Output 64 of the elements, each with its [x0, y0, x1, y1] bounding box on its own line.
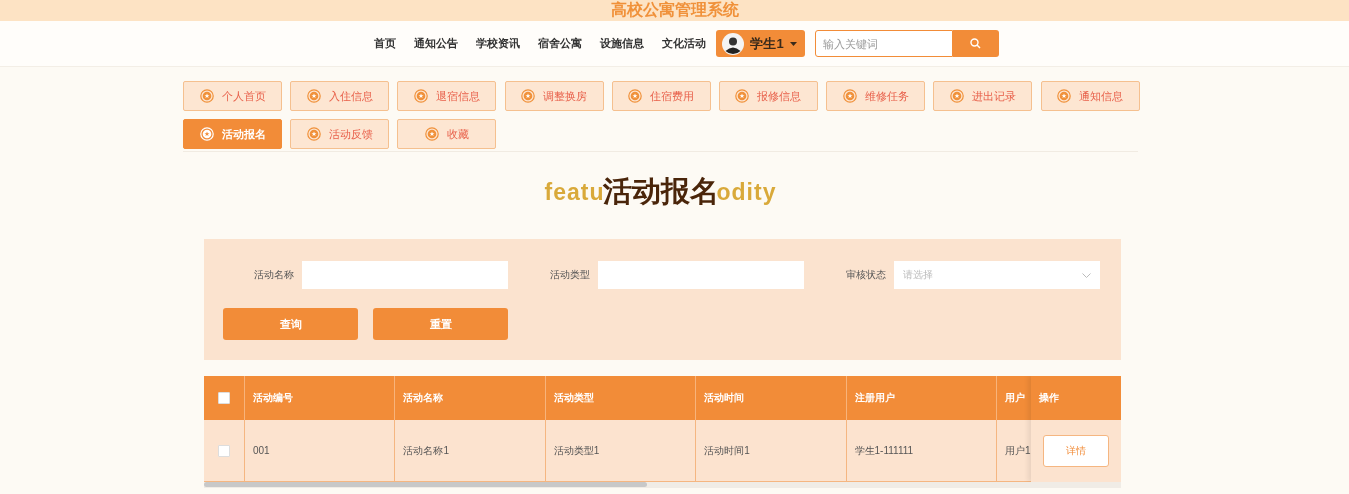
star-icon — [521, 89, 536, 103]
scrollbar-thumb[interactable] — [204, 482, 647, 487]
star-icon — [842, 89, 857, 103]
nav-link[interactable]: 通知公告 — [414, 36, 459, 51]
star-icon — [424, 127, 439, 141]
nav-link[interactable]: 设施信息 — [600, 36, 645, 51]
column-header: 活动类型 — [553, 391, 594, 405]
star-icon — [949, 89, 964, 103]
subtitle-text: odity — [716, 178, 777, 206]
details-button[interactable]: 详情 — [1043, 435, 1109, 467]
star-icon — [1057, 89, 1071, 103]
avatar-icon — [722, 32, 745, 55]
tab[interactable]: 维修任务 — [826, 81, 926, 111]
column-header: 注册用户 — [854, 391, 895, 405]
user-menu-button[interactable]: 学生1 — [716, 30, 805, 57]
tab[interactable]: 退宿信息 — [397, 81, 497, 111]
star-icon — [306, 127, 321, 141]
checkbox[interactable] — [218, 392, 230, 404]
tab[interactable]: 住宿费用 — [611, 81, 711, 111]
status-select[interactable]: 请选择 — [894, 261, 1100, 289]
column-header: 活动名称 — [403, 391, 444, 405]
table-cell: 活动类型1 — [553, 443, 600, 458]
tab[interactable]: 报修信息 — [718, 81, 818, 111]
tab[interactable]: 进出记录 — [933, 81, 1033, 111]
star-icon — [735, 89, 750, 103]
chevron-icon — [1082, 272, 1091, 278]
table-cell: 活动时间1 — [704, 443, 750, 458]
column-header: 用户 — [1004, 391, 1025, 405]
tab[interactable]: 调整换房 — [504, 81, 604, 111]
nav-link[interactable]: 宿舍公寓 — [538, 36, 583, 51]
table-cell: 001 — [253, 445, 270, 456]
tab[interactable]: 个人首页 — [183, 81, 282, 111]
tab[interactable]: 通知信息 — [1040, 81, 1140, 111]
column-header: 操作 — [1039, 391, 1059, 405]
nav-link[interactable]: 首页 — [374, 36, 397, 51]
star-icon — [199, 89, 214, 103]
filter-button[interactable]: 重置 — [373, 308, 508, 340]
tab[interactable]: 收藏 — [397, 119, 497, 149]
column-header: 活动时间 — [704, 391, 745, 405]
checkbox[interactable] — [218, 444, 230, 457]
star-icon — [199, 127, 214, 141]
input-field[interactable] — [598, 261, 804, 289]
table-cell: 学生1-111111 — [854, 443, 914, 458]
column-header: 活动编号 — [253, 391, 293, 405]
star-icon — [628, 89, 643, 103]
site-title: 高校公寓管理系统 — [610, 0, 739, 20]
tab[interactable]: 入住信息 — [290, 81, 390, 111]
tab[interactable]: 活动反馈 — [290, 119, 390, 149]
star-icon — [306, 89, 321, 103]
caret-icon — [789, 41, 797, 46]
star-icon — [413, 89, 428, 103]
tab[interactable]: 活动报名 — [183, 119, 282, 149]
input-field[interactable] — [302, 261, 508, 289]
field-label: 审核状态 — [845, 268, 886, 282]
table-cell: 活动名称1 — [403, 443, 449, 458]
search-field[interactable]: 输入关键词 — [814, 30, 953, 57]
field-label: 活动名称 — [253, 268, 294, 282]
nav-link[interactable]: 学校资讯 — [476, 36, 521, 51]
table-cell: 用户1 — [1004, 443, 1031, 458]
field-label: 活动类型 — [549, 268, 590, 282]
search-icon — [970, 38, 982, 49]
nav-link[interactable]: 文化活动 — [662, 36, 707, 51]
filter-button[interactable]: 查询 — [223, 308, 358, 340]
search-button[interactable] — [952, 30, 999, 57]
